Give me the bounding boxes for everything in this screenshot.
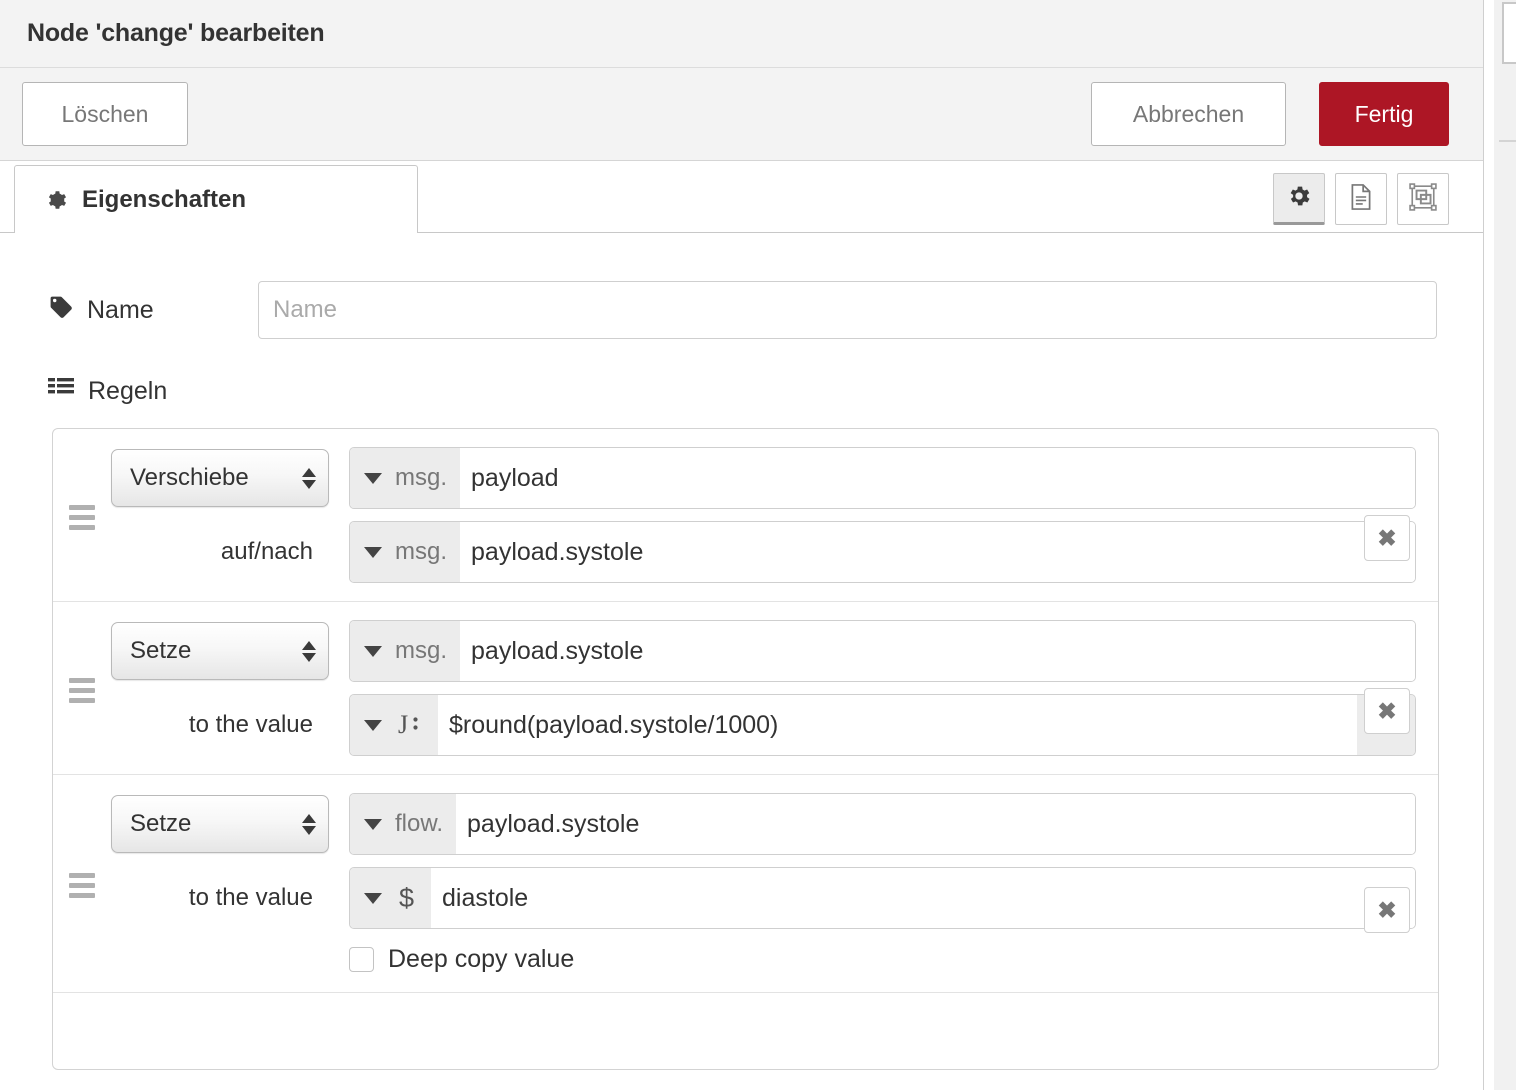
rule-row: Setze flow. payload.systole to the value… — [53, 775, 1438, 993]
properties-form: Name Regeln — [0, 233, 1483, 1090]
deep-copy-row: Deep copy value — [349, 945, 1438, 974]
drag-handle[interactable] — [53, 869, 111, 898]
rule-target-type: flow. — [395, 810, 444, 837]
rule-value-expression[interactable]: $round(payload.systole/1000) — [438, 695, 1357, 755]
rule-value-type-button[interactable]: J J: — [350, 695, 438, 755]
rule-value-field[interactable]: J J: $round(payload.systole/1000) ··· — [349, 694, 1416, 756]
rule-body: Setze flow. payload.systole to the value… — [111, 793, 1438, 974]
rule-target-type: msg. — [395, 637, 448, 664]
rules-container: Verschiebe msg. payload auf/nach msg. pa… — [52, 428, 1439, 1070]
select-spinner-icon — [302, 467, 316, 489]
rule-value-label: to the value — [188, 884, 313, 911]
background-box-top — [1502, 2, 1516, 64]
drag-handle[interactable] — [53, 501, 111, 530]
background-box-mid — [1499, 140, 1516, 350]
name-input[interactable] — [258, 281, 1437, 339]
rule-operation-select[interactable]: Verschiebe — [111, 449, 329, 507]
rule-value-type: $ — [399, 882, 415, 913]
svg-text:J: J — [398, 710, 408, 739]
rule-target-value[interactable]: payload.systole — [456, 794, 1415, 854]
description-panel-icon[interactable] — [1335, 173, 1387, 225]
page-title: Node 'change' bearbeiten — [27, 19, 325, 47]
chevron-down-icon — [364, 645, 382, 657]
chevron-down-icon — [364, 546, 382, 558]
document-icon — [1348, 183, 1374, 216]
chevron-down-icon — [364, 472, 382, 484]
rule-row: Verschiebe msg. payload auf/nach msg. pa… — [53, 429, 1438, 602]
rule-body: Verschiebe msg. payload auf/nach msg. pa… — [111, 447, 1438, 583]
drag-handle[interactable] — [53, 674, 111, 703]
rule-destination-label: auf/nach — [220, 538, 313, 565]
edit-node-dialog: Node 'change' bearbeiten Löschen Abbrech… — [0, 0, 1484, 1090]
rule-body: Setze msg. payload.systole to the value … — [111, 620, 1438, 756]
drag-handle-icon — [69, 873, 95, 898]
tag-icon — [48, 294, 74, 327]
rule-target-type: msg. — [395, 464, 448, 491]
rule-destination-value[interactable]: payload.systole — [460, 522, 1415, 582]
deep-copy-label: Deep copy value — [388, 945, 575, 973]
rule-line-value: to the value J $round(payload.systole/10… — [111, 694, 1438, 756]
rule-delete-button[interactable]: ✖ — [1364, 887, 1410, 933]
chevron-down-icon — [364, 892, 382, 904]
appearance-panel-icon[interactable] — [1397, 173, 1449, 225]
rule-row-partial — [53, 993, 1438, 1069]
rule-line-operation: Verschiebe msg. payload — [111, 447, 1438, 509]
cancel-button[interactable]: Abbrechen — [1091, 82, 1286, 146]
rule-value-text[interactable]: diastole — [431, 868, 1415, 928]
rule-operation-value: Setze — [130, 810, 192, 837]
dialog-titlebar: Node 'change' bearbeiten — [0, 0, 1483, 68]
delete-button[interactable]: Löschen — [22, 82, 188, 146]
rule-destination-field[interactable]: msg. payload.systole — [349, 521, 1416, 583]
rules-label: Regeln — [0, 339, 1483, 406]
rule-target-type-button[interactable]: msg. — [350, 621, 461, 681]
panel-icon-buttons — [1273, 173, 1449, 225]
rule-operation-value: Setze — [130, 637, 192, 664]
rule-target-value[interactable]: payload — [460, 448, 1415, 508]
chevron-down-icon — [364, 719, 382, 731]
rule-destination-type: msg. — [395, 538, 448, 565]
name-row: Name — [0, 233, 1483, 339]
rule-target-field[interactable]: flow. payload.systole — [349, 793, 1416, 855]
done-button[interactable]: Fertig — [1319, 82, 1449, 146]
chevron-down-icon — [364, 818, 382, 830]
gear-icon — [45, 189, 67, 211]
rule-operation-value: Verschiebe — [130, 464, 249, 491]
rule-line-operation: Setze flow. payload.systole — [111, 793, 1438, 855]
select-spinner-icon — [302, 813, 316, 835]
rule-target-field[interactable]: msg. payload — [349, 447, 1416, 509]
rule-delete-button[interactable]: ✖ — [1364, 515, 1410, 561]
drag-handle-icon — [69, 504, 95, 530]
tab-properties[interactable]: Eigenschaften — [14, 165, 418, 233]
rule-operation-select[interactable]: Setze — [111, 622, 329, 680]
list-icon — [48, 377, 74, 406]
jsonata-icon: J — [395, 710, 425, 740]
properties-panel-icon[interactable] — [1273, 173, 1325, 225]
rule-delete-button[interactable]: ✖ — [1364, 688, 1410, 734]
rule-value-label: to the value — [188, 711, 313, 738]
rule-target-field[interactable]: msg. payload.systole — [349, 620, 1416, 682]
rule-target-type-button[interactable]: msg. — [350, 448, 461, 508]
rule-line-operation: Setze msg. payload.systole — [111, 620, 1438, 682]
name-label: Name — [48, 294, 258, 327]
gear-icon — [1286, 183, 1312, 214]
dialog-tab-bar: Eigenschaften — [0, 161, 1483, 233]
appearance-icon — [1409, 182, 1437, 216]
rule-value-field[interactable]: $ diastole — [349, 867, 1416, 929]
tab-properties-label: Eigenschaften — [82, 185, 247, 213]
rule-destination-type-button[interactable]: msg. — [350, 522, 461, 582]
rules-label-text: Regeln — [88, 377, 168, 405]
rule-row: Setze msg. payload.systole to the value … — [53, 602, 1438, 775]
rule-target-type-button[interactable]: flow. — [350, 794, 457, 854]
rule-line-value: to the value $ diastole — [111, 867, 1438, 929]
rule-value-type-button[interactable]: $ — [350, 868, 432, 928]
name-label-text: Name — [87, 295, 154, 324]
rule-operation-select[interactable]: Setze — [111, 795, 329, 853]
dialog-button-bar: Löschen Abbrechen Fertig — [0, 68, 1483, 161]
rule-line-destination: auf/nach msg. payload.systole — [111, 521, 1438, 583]
drag-handle-icon — [69, 677, 95, 703]
select-spinner-icon — [302, 640, 316, 662]
rule-target-value[interactable]: payload.systole — [460, 621, 1415, 681]
deep-copy-checkbox[interactable] — [349, 947, 374, 972]
